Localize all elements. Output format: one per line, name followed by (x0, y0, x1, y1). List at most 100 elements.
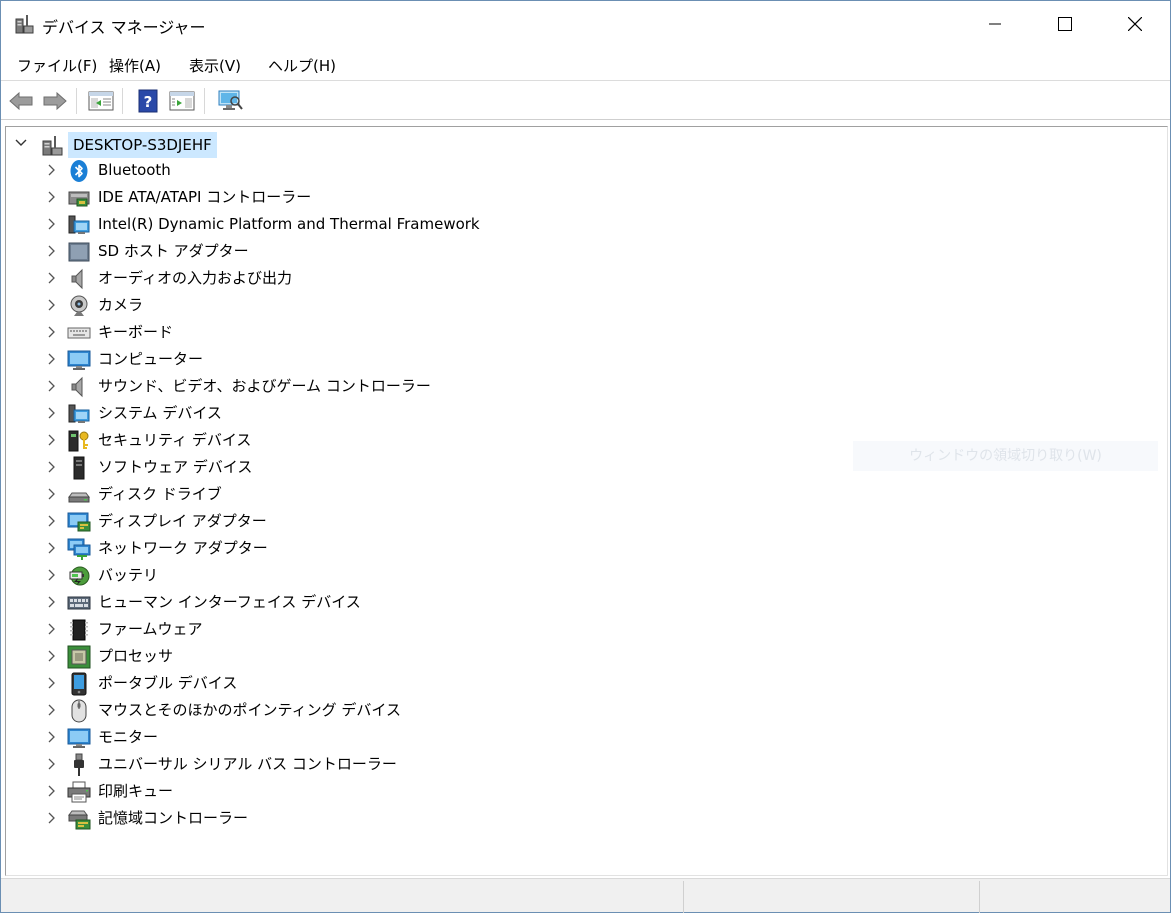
tree-item-label: サウンド、ビデオ、およびゲーム コントローラー (98, 377, 431, 395)
title-bar[interactable]: デバイス マネージャー (1, 1, 1170, 47)
tree-item[interactable]: Intel(R) Dynamic Platform and Thermal Fr… (6, 211, 806, 238)
system-device-icon (67, 213, 91, 237)
tree-item-label: システム デバイス (98, 404, 222, 422)
tree-item[interactable]: ネットワーク アダプター (6, 535, 806, 562)
tree-item[interactable]: キーボード (6, 319, 806, 346)
tree-item-label: ユニバーサル シリアル バス コントローラー (98, 755, 397, 773)
usb-icon (67, 753, 91, 777)
tree-item[interactable]: Bluetooth (6, 157, 806, 184)
computer-name-label[interactable]: DESKTOP-S3DJEHF (68, 132, 217, 158)
tree-item[interactable]: カメラ (6, 292, 806, 319)
toolbar-separator (122, 88, 123, 114)
device-tree[interactable]: DESKTOP-S3DJEHF Bluetooth IDE ATA/ATAPI コ… (5, 126, 1168, 876)
tree-item[interactable]: システム デバイス (6, 400, 806, 427)
menu-file[interactable]: ファイル(F) (15, 55, 99, 76)
ide-controller-icon (67, 186, 91, 210)
properties-pane-button[interactable] (87, 87, 115, 115)
tree-item[interactable]: ファームウェア (6, 616, 806, 643)
tree-item-label: コンピューター (98, 350, 204, 368)
computer-tower-icon (40, 133, 64, 157)
tree-item[interactable]: オーディオの入力および出力 (6, 265, 806, 292)
chevron-down-icon[interactable] (14, 136, 30, 152)
close-button[interactable] (1100, 1, 1170, 47)
tree-item[interactable]: IDE ATA/ATAPI コントローラー (6, 184, 806, 211)
tree-item-label: ヒューマン インターフェイス デバイス (98, 593, 361, 611)
properties-pane-icon (88, 91, 114, 111)
tree-item[interactable]: サウンド、ビデオ、およびゲーム コントローラー (6, 373, 806, 400)
chevron-right-icon[interactable] (44, 676, 58, 690)
webcam-icon (67, 294, 91, 318)
tree-item[interactable]: プロセッサ (6, 643, 806, 670)
chevron-right-icon[interactable] (44, 379, 58, 393)
hid-icon (67, 591, 91, 615)
toolbar-separator (204, 88, 205, 114)
tree-item[interactable]: 印刷キュー (6, 778, 806, 805)
chevron-right-icon[interactable] (44, 298, 58, 312)
chevron-right-icon[interactable] (44, 649, 58, 663)
monitor-icon (67, 726, 91, 750)
tree-item[interactable]: 記憶域コントローラー (6, 805, 806, 832)
help-button[interactable]: ? (134, 87, 162, 115)
sd-host-adapter-icon (67, 240, 91, 264)
chevron-right-icon[interactable] (44, 190, 58, 204)
tree-item[interactable]: SD ホスト アダプター (6, 238, 806, 265)
tree-item[interactable]: ソフトウェア デバイス (6, 454, 806, 481)
chevron-right-icon[interactable] (44, 163, 58, 177)
chevron-right-icon[interactable] (44, 541, 58, 555)
tree-item[interactable]: バッテリ (6, 562, 806, 589)
chevron-right-icon[interactable] (44, 811, 58, 825)
chevron-right-icon[interactable] (44, 487, 58, 501)
tree-item[interactable]: ユニバーサル シリアル バス コントローラー (6, 751, 806, 778)
maximize-icon (1058, 17, 1072, 31)
tree-item-label: ディスプレイ アダプター (98, 512, 267, 530)
chevron-right-icon[interactable] (44, 622, 58, 636)
status-bar-divider (979, 881, 980, 913)
tree-item-label: ファームウェア (98, 620, 203, 638)
tree-item[interactable]: セキュリティ デバイス (6, 427, 806, 454)
firmware-chip-icon (67, 618, 91, 642)
chevron-right-icon[interactable] (44, 217, 58, 231)
menu-action[interactable]: 操作(A) (107, 55, 163, 76)
back-button[interactable] (7, 87, 35, 115)
tree-item[interactable]: コンピューター (6, 346, 806, 373)
ghost-tooltip: ウィンドウの領域切り取り(W) (853, 441, 1158, 471)
chevron-right-icon[interactable] (44, 244, 58, 258)
portable-device-icon (67, 672, 91, 696)
processor-icon (67, 645, 91, 669)
chevron-right-icon[interactable] (44, 325, 58, 339)
menu-help[interactable]: ヘルプ(H) (266, 55, 338, 76)
chevron-right-icon[interactable] (44, 757, 58, 771)
tree-item-label: ネットワーク アダプター (98, 539, 268, 557)
chevron-right-icon[interactable] (44, 514, 58, 528)
tree-item-label: キーボード (98, 323, 174, 341)
forward-button[interactable] (41, 87, 69, 115)
scan-hardware-button[interactable] (216, 87, 244, 115)
tree-item[interactable]: マウスとそのほかのポインティング デバイス (6, 697, 806, 724)
chevron-right-icon[interactable] (44, 271, 58, 285)
chevron-right-icon[interactable] (44, 433, 58, 447)
menu-view[interactable]: 表示(V) (187, 55, 243, 76)
show-hide-console-tree-button[interactable] (168, 87, 196, 115)
chevron-right-icon[interactable] (44, 784, 58, 798)
minimize-button[interactable] (960, 1, 1030, 47)
battery-icon (67, 564, 91, 588)
scan-hardware-icon (218, 90, 243, 110)
tree-item[interactable]: ポータブル デバイス (6, 670, 806, 697)
device-manager-window: デバイス マネージャー ファイル(F) 操作(A) 表示(V) ヘルプ(H) ?… (0, 0, 1171, 913)
chevron-right-icon[interactable] (44, 406, 58, 420)
tree-item[interactable]: ヒューマン インターフェイス デバイス (6, 589, 806, 616)
tree-item-label: SD ホスト アダプター (98, 242, 249, 260)
chevron-right-icon[interactable] (44, 730, 58, 744)
chevron-right-icon[interactable] (44, 352, 58, 366)
tree-item[interactable]: ディスプレイ アダプター (6, 508, 806, 535)
chevron-right-icon[interactable] (44, 703, 58, 717)
chevron-right-icon[interactable] (44, 460, 58, 474)
tree-item[interactable]: モニター (6, 724, 806, 751)
chevron-right-icon[interactable] (44, 595, 58, 609)
status-bar-divider (683, 881, 684, 913)
chevron-right-icon[interactable] (44, 568, 58, 582)
tree-item-label: バッテリ (98, 566, 159, 584)
maximize-button[interactable] (1030, 1, 1100, 47)
tree-item[interactable]: ディスク ドライブ (6, 481, 806, 508)
display-adapter-icon (67, 510, 91, 534)
